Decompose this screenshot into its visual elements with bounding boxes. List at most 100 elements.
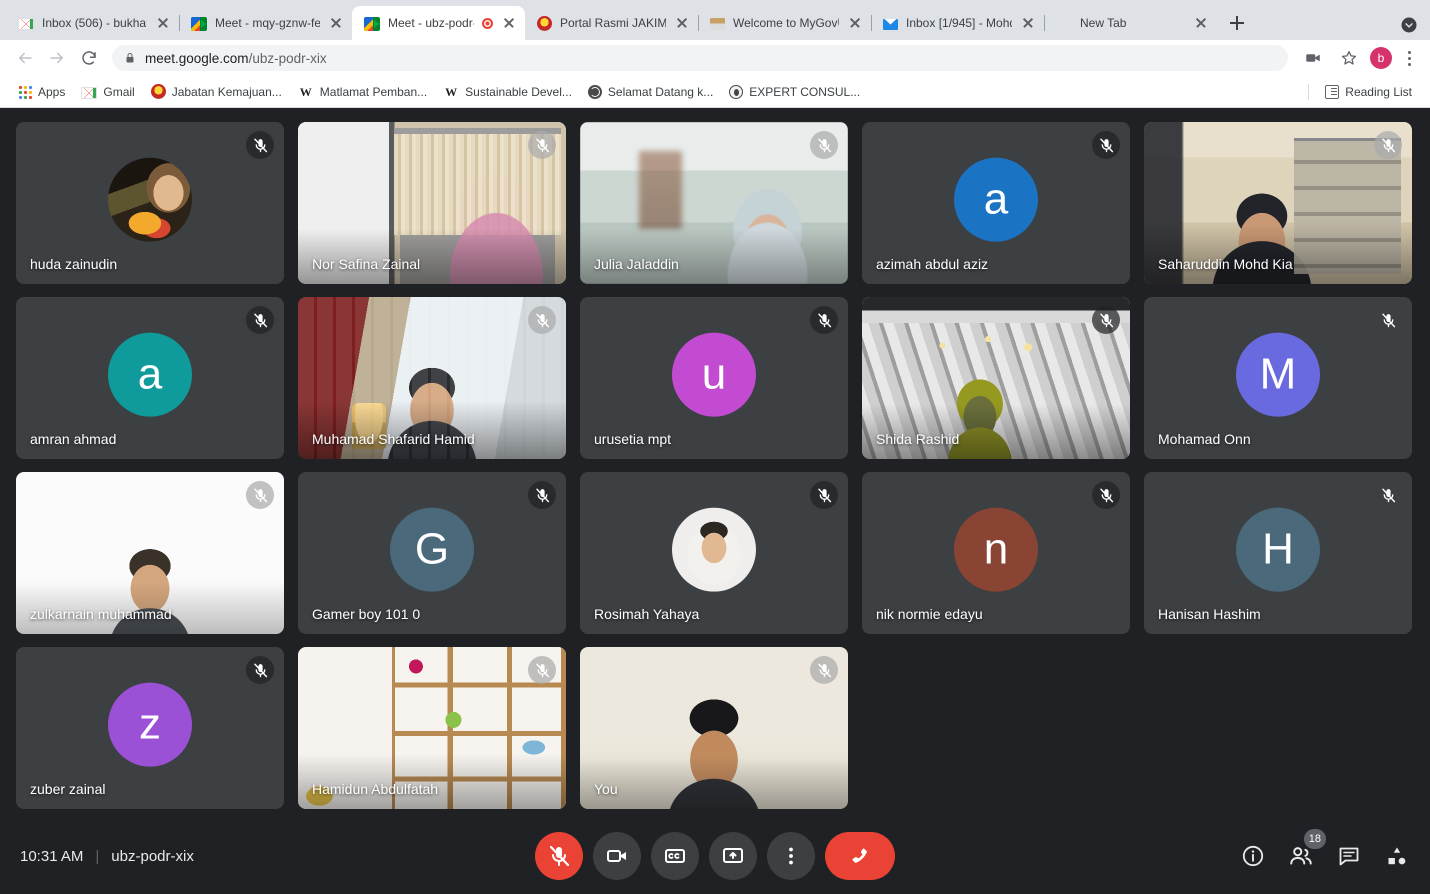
- tab-strip: Inbox (506) - bukhari Meet - mqy-gznw-fed…: [0, 0, 1430, 40]
- leave-call-button[interactable]: [825, 832, 895, 880]
- mic-off-icon: [1099, 488, 1113, 502]
- mic-off-icon: [1381, 138, 1395, 152]
- meet-icon: [191, 16, 207, 31]
- expert-icon: [729, 84, 744, 99]
- participant-avatar-initial: a: [108, 332, 192, 417]
- reload-icon[interactable]: [74, 43, 104, 73]
- meeting-code: ubz-podr-xix: [111, 847, 194, 865]
- present-now-button[interactable]: [709, 832, 757, 880]
- participant-tile[interactable]: Shida Rashid: [862, 297, 1130, 459]
- participant-name: You: [594, 781, 618, 797]
- chrome-menu-icon[interactable]: [1398, 47, 1420, 69]
- tab-title: Portal Rasmi JAKIM -: [560, 16, 666, 30]
- bookmark-item[interactable]: W Matlamat Pemban...: [290, 81, 435, 103]
- blank-favicon: [1056, 15, 1072, 31]
- mic-off-icon: [253, 488, 267, 502]
- bookmark-item[interactable]: W Sustainable Devel...: [435, 81, 580, 103]
- tab-title: New Tab: [1080, 16, 1127, 30]
- profile-chip-icon[interactable]: [1400, 16, 1418, 34]
- forward-arrow-icon[interactable]: [42, 43, 72, 73]
- mic-off-icon: [535, 138, 549, 152]
- bookmark-label: Matlamat Pemban...: [319, 84, 428, 99]
- activities-icon: [1388, 847, 1406, 865]
- participant-tile[interactable]: Saharuddin Mohd Kia: [1144, 122, 1412, 284]
- current-time: 10:31 AM: [20, 847, 84, 865]
- chat-button[interactable]: [1336, 843, 1362, 869]
- participant-tile[interactable]: Julia Jaladdin: [580, 122, 848, 284]
- tab-title: Meet - mqy-gznw-fed: [215, 16, 320, 30]
- participant-avatar-photo: [108, 157, 192, 242]
- browser-tab[interactable]: Meet - mqy-gznw-fed: [179, 6, 353, 40]
- browser-tab[interactable]: Meet - ubz-podr-: [352, 6, 525, 40]
- more-options-button[interactable]: [767, 832, 815, 880]
- participant-avatar-initial: G: [390, 507, 474, 592]
- address-bar[interactable]: meet.google.com/ubz-podr-xix: [112, 45, 1288, 71]
- reading-list-button[interactable]: Reading List: [1317, 82, 1420, 102]
- tab-close-icon[interactable]: [847, 15, 863, 31]
- participant-tile[interactable]: zulkarnain muhammad: [16, 472, 284, 634]
- participant-tile[interactable]: Hamidun Abdulfatah: [298, 647, 566, 809]
- avatar-initial: a: [983, 174, 1009, 224]
- hangup-icon: [852, 848, 868, 864]
- participant-name: Nor Safina Zainal: [312, 256, 421, 272]
- browser-tab[interactable]: Inbox (506) - bukhari: [6, 6, 180, 40]
- bookmark-star-icon[interactable]: [1334, 43, 1364, 73]
- captions-button[interactable]: [651, 832, 699, 880]
- participant-tile[interactable]: a azimah abdul aziz: [862, 122, 1130, 284]
- participant-tile[interactable]: You: [580, 647, 848, 809]
- participant-avatar-initial: a: [954, 157, 1038, 242]
- bookmark-item[interactable]: Apps: [10, 82, 73, 102]
- participant-mic-muted-badge: [246, 656, 274, 684]
- participant-tile[interactable]: Muhamad Shafarid Hamid: [298, 297, 566, 459]
- jakim-icon: [537, 15, 552, 31]
- tab-close-icon[interactable]: [328, 15, 344, 31]
- bookmark-item[interactable]: EXPERT CONSUL...: [721, 82, 868, 102]
- tab-close-icon[interactable]: [155, 15, 171, 31]
- participant-tile[interactable]: huda zainudin: [16, 122, 284, 284]
- participant-name: Muhamad Shafarid Hamid: [312, 431, 475, 447]
- camera-button[interactable]: [593, 832, 641, 880]
- camera-permission-icon[interactable]: [1298, 43, 1328, 73]
- participant-tile[interactable]: Nor Safina Zainal: [298, 122, 566, 284]
- toolbar-right-actions: b: [1298, 43, 1420, 73]
- tab-close-icon[interactable]: [1020, 15, 1036, 31]
- lock-icon: [126, 53, 134, 63]
- bookmark-item[interactable]: Gmail: [73, 82, 142, 102]
- info-icon: [1242, 845, 1264, 867]
- browser-tab[interactable]: Inbox [1/945] - Mohd: [871, 6, 1045, 40]
- meeting-details-button[interactable]: [1240, 843, 1266, 869]
- bookmark-item[interactable]: Jabatan Kemajuan...: [143, 81, 290, 102]
- browser-tab[interactable]: Portal Rasmi JAKIM -: [525, 6, 699, 40]
- participant-name: urusetia mpt: [594, 431, 672, 447]
- participant-tile[interactable]: z zuber zainal: [16, 647, 284, 809]
- mic-off-icon: [817, 663, 831, 677]
- participant-tile[interactable]: M Mohamad Onn: [1144, 297, 1412, 459]
- activities-button[interactable]: [1384, 843, 1410, 869]
- show-everyone-button[interactable]: 18: [1288, 829, 1326, 869]
- wikipedia-icon: W: [299, 84, 312, 99]
- participant-tile[interactable]: u urusetia mpt: [580, 297, 848, 459]
- participant-tile[interactable]: H Hanisan Hashim: [1144, 472, 1412, 634]
- back-arrow-icon[interactable]: [10, 43, 40, 73]
- participant-tile[interactable]: a amran ahmad: [16, 297, 284, 459]
- wikipedia-icon: W: [445, 84, 458, 99]
- participant-tile[interactable]: G Gamer boy 101 0: [298, 472, 566, 634]
- browser-tab[interactable]: New Tab: [1044, 6, 1217, 40]
- tab-close-icon[interactable]: [501, 15, 517, 31]
- recording-indicator-icon[interactable]: [482, 17, 493, 29]
- mic-off-icon: [535, 488, 549, 502]
- tab-close-icon[interactable]: [674, 15, 690, 31]
- new-tab-button[interactable]: [1223, 9, 1251, 37]
- tab-title: Inbox [1/945] - Mohd: [906, 16, 1012, 30]
- tab-close-icon[interactable]: [1193, 15, 1209, 31]
- participant-tile[interactable]: Rosimah Yahaya: [580, 472, 848, 634]
- participant-avatar-photo: [672, 507, 756, 592]
- microphone-button[interactable]: [535, 832, 583, 880]
- browser-tab[interactable]: Welcome to MyGovUC: [698, 6, 872, 40]
- participant-tile[interactable]: n nik normie edayu: [862, 472, 1130, 634]
- profile-avatar[interactable]: b: [1370, 47, 1392, 69]
- bookmark-item[interactable]: Selamat Datang k...: [580, 82, 721, 102]
- avatar-initial: a: [137, 349, 163, 399]
- cc-icon: [665, 849, 685, 863]
- participant-avatar-initial: z: [108, 682, 192, 767]
